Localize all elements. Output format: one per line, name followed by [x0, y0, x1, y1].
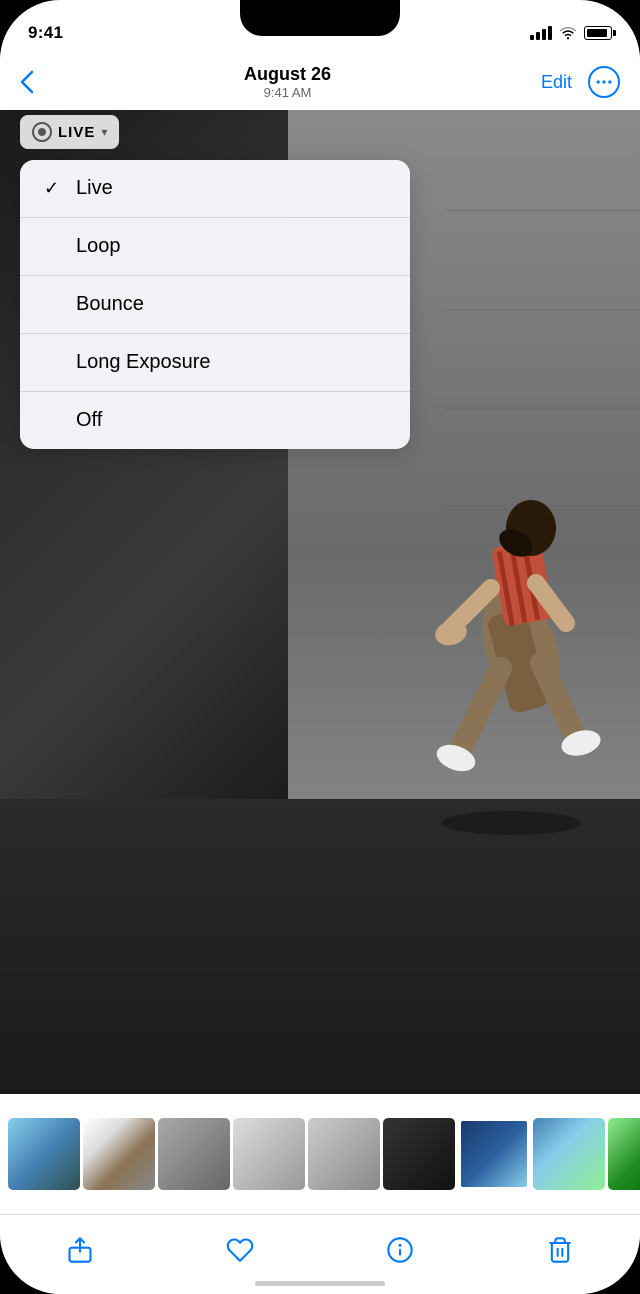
- wifi-icon: [559, 26, 577, 40]
- thumbnail-3[interactable]: [158, 1118, 230, 1190]
- off-option-label: Off: [76, 409, 102, 432]
- thumbnail-scroll[interactable]: [0, 1118, 640, 1190]
- nav-bar: August 26 9:41 AM Edit: [0, 54, 640, 110]
- dropdown-item-bounce[interactable]: Bounce: [20, 276, 410, 334]
- heart-icon: [226, 1236, 254, 1264]
- dropdown-item-off[interactable]: Off: [20, 392, 410, 449]
- live-photo-icon: [32, 122, 52, 142]
- nav-title-block: August 26 9:41 AM: [244, 64, 331, 100]
- back-button[interactable]: [20, 70, 34, 94]
- live-dropdown-menu: ✓ Live Loop Bounce Long Exposure Off: [20, 160, 410, 449]
- live-label: LIVE: [58, 124, 95, 141]
- trash-icon: [546, 1236, 574, 1264]
- signal-icon: [530, 26, 552, 40]
- like-button[interactable]: [218, 1228, 262, 1272]
- live-chevron-icon: ▾: [101, 125, 107, 139]
- notch: [240, 0, 400, 36]
- thumbnail-6[interactable]: [383, 1118, 455, 1190]
- thumbnail-7-selected[interactable]: [458, 1118, 530, 1190]
- live-photo-button-area: LIVE ▾: [20, 115, 119, 149]
- thumbnail-8[interactable]: [533, 1118, 605, 1190]
- thumbnail-4[interactable]: [233, 1118, 305, 1190]
- dropdown-item-loop[interactable]: Loop: [20, 218, 410, 276]
- nav-title: August 26: [244, 64, 331, 85]
- thumbnail-2[interactable]: [83, 1118, 155, 1190]
- loop-option-label: Loop: [76, 235, 121, 258]
- bounce-option-label: Bounce: [76, 293, 144, 316]
- long-exposure-option-label: Long Exposure: [76, 351, 211, 374]
- status-time: 9:41: [28, 23, 63, 43]
- no-checkmark-4: [44, 410, 64, 431]
- battery-icon: [584, 26, 612, 40]
- home-indicator: [255, 1281, 385, 1286]
- no-checkmark: [44, 236, 64, 257]
- thumbnail-5[interactable]: [308, 1118, 380, 1190]
- dropdown-item-long-exposure[interactable]: Long Exposure: [20, 334, 410, 392]
- status-icons: [530, 26, 612, 40]
- no-checkmark-3: [44, 352, 64, 373]
- info-button[interactable]: [378, 1228, 422, 1272]
- edit-button[interactable]: Edit: [541, 72, 572, 93]
- thumbnail-9[interactable]: [608, 1118, 640, 1190]
- share-icon: [66, 1236, 94, 1264]
- checkmark-icon: ✓: [44, 178, 64, 199]
- live-option-label: Live: [76, 177, 113, 200]
- nav-actions: Edit: [541, 66, 620, 98]
- person-figure: [401, 468, 621, 848]
- thumbnail-strip: [0, 1094, 640, 1214]
- live-photo-button[interactable]: LIVE ▾: [20, 115, 119, 149]
- dropdown-item-live[interactable]: ✓ Live: [20, 160, 410, 218]
- nav-subtitle: 9:41 AM: [244, 85, 331, 100]
- delete-button[interactable]: [538, 1228, 582, 1272]
- share-button[interactable]: [58, 1228, 102, 1272]
- info-icon: [386, 1236, 414, 1264]
- thumbnail-1[interactable]: [8, 1118, 80, 1190]
- more-button[interactable]: [588, 66, 620, 98]
- no-checkmark-2: [44, 294, 64, 315]
